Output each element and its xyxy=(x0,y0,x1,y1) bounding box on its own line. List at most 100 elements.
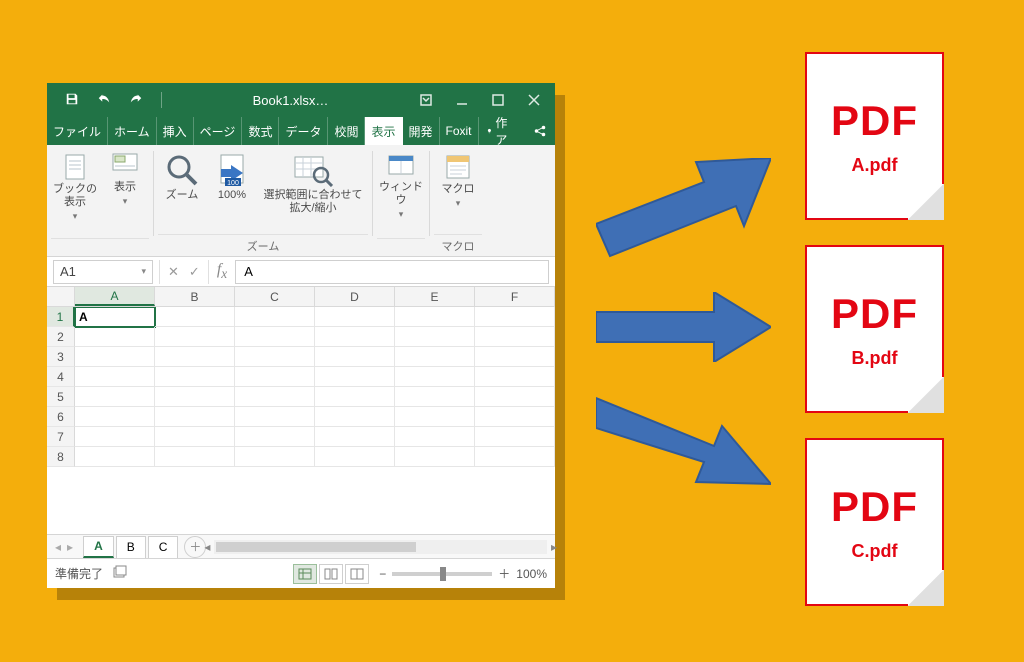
cell[interactable] xyxy=(315,387,395,407)
cell[interactable] xyxy=(235,347,315,367)
cell[interactable] xyxy=(315,327,395,347)
tab-foxit[interactable]: Foxit xyxy=(440,117,479,145)
cell[interactable] xyxy=(75,387,155,407)
zoom-slider[interactable] xyxy=(392,572,492,576)
tab-view[interactable]: 表示 xyxy=(365,117,402,145)
cell[interactable] xyxy=(155,427,235,447)
row-header-4[interactable]: 4 xyxy=(47,367,75,387)
name-box[interactable]: A1 ▾ xyxy=(53,260,153,284)
cell[interactable] xyxy=(235,307,315,327)
show-button[interactable]: 表示 ▾ xyxy=(101,149,149,169)
zoom-100-button[interactable]: 100 100% xyxy=(208,149,256,169)
cell[interactable] xyxy=(475,307,555,327)
row-header-2[interactable]: 2 xyxy=(47,327,75,347)
tab-formula[interactable]: 数式 xyxy=(242,117,279,145)
cell[interactable] xyxy=(395,307,475,327)
cell[interactable] xyxy=(395,407,475,427)
window-button[interactable]: ウィンドウ ▾ xyxy=(377,149,425,169)
col-header-A[interactable]: A xyxy=(75,287,155,306)
cell[interactable] xyxy=(155,327,235,347)
cell[interactable] xyxy=(155,307,235,327)
cell[interactable] xyxy=(155,367,235,387)
cell[interactable] xyxy=(75,327,155,347)
cell[interactable] xyxy=(235,387,315,407)
sheet-tab-A[interactable]: A xyxy=(83,536,114,558)
sheet-nav[interactable]: ◂▸ xyxy=(47,540,81,554)
zoom-button[interactable]: ズーム xyxy=(158,149,206,169)
col-header-C[interactable]: C xyxy=(235,287,315,306)
zoom-selection-button[interactable]: 選択範囲に合わせて 拡大/縮小 xyxy=(258,149,368,169)
cell[interactable] xyxy=(475,387,555,407)
cell[interactable] xyxy=(75,427,155,447)
row-header-8[interactable]: 8 xyxy=(47,447,75,467)
view-normal[interactable] xyxy=(293,564,317,584)
share-button[interactable] xyxy=(523,117,557,145)
row-header-7[interactable]: 7 xyxy=(47,427,75,447)
sheet-tab-B[interactable]: B xyxy=(116,536,146,558)
row-header-1[interactable]: 1 xyxy=(47,307,75,327)
fx-icon[interactable]: fx xyxy=(209,261,235,282)
cell[interactable] xyxy=(395,447,475,467)
row-header-6[interactable]: 6 xyxy=(47,407,75,427)
cell[interactable] xyxy=(475,367,555,387)
zoom-out-button[interactable]: − xyxy=(379,567,386,581)
tell-me[interactable]: 操作アシ xyxy=(479,117,523,145)
cell[interactable] xyxy=(395,327,475,347)
tab-file[interactable]: ファイル xyxy=(47,117,108,145)
cell[interactable] xyxy=(395,347,475,367)
spreadsheet-grid[interactable]: A B C D E F 1A 2 3 4 5 6 7 8 xyxy=(47,287,555,534)
redo-icon[interactable] xyxy=(129,92,143,109)
scroll-right-icon[interactable]: ▸ xyxy=(547,540,561,554)
close-icon[interactable] xyxy=(527,93,541,107)
tab-page[interactable]: ページ xyxy=(194,117,243,145)
tab-review[interactable]: 校閲 xyxy=(328,117,365,145)
cancel-icon[interactable]: ✕ xyxy=(168,264,179,280)
cell[interactable] xyxy=(235,367,315,387)
macro-record-icon[interactable] xyxy=(113,565,129,582)
cell[interactable] xyxy=(315,367,395,387)
cell[interactable] xyxy=(235,427,315,447)
cell-A1[interactable]: A xyxy=(75,307,155,327)
horizontal-scrollbar[interactable]: ◂ ▸ xyxy=(214,540,547,554)
row-header-5[interactable]: 5 xyxy=(47,387,75,407)
tab-data[interactable]: データ xyxy=(279,117,328,145)
view-page-layout[interactable] xyxy=(319,564,343,584)
maximize-icon[interactable] xyxy=(491,93,505,107)
save-icon[interactable] xyxy=(65,92,79,109)
col-header-B[interactable]: B xyxy=(155,287,235,306)
cell[interactable] xyxy=(315,407,395,427)
row-header-3[interactable]: 3 xyxy=(47,347,75,367)
cell[interactable] xyxy=(475,427,555,447)
scroll-left-icon[interactable]: ◂ xyxy=(200,540,214,554)
cell[interactable] xyxy=(235,327,315,347)
cell[interactable] xyxy=(395,367,475,387)
cell[interactable] xyxy=(315,307,395,327)
cell[interactable] xyxy=(155,407,235,427)
minimize-icon[interactable] xyxy=(455,93,469,107)
ribbon-options-icon[interactable] xyxy=(419,93,433,107)
col-header-E[interactable]: E xyxy=(395,287,475,306)
formula-input[interactable]: A xyxy=(235,260,549,284)
cell[interactable] xyxy=(315,427,395,447)
cell[interactable] xyxy=(75,407,155,427)
macro-button[interactable]: マクロ ▾ xyxy=(434,149,482,169)
cell[interactable] xyxy=(475,407,555,427)
sheet-tab-C[interactable]: C xyxy=(148,536,179,558)
view-page-break[interactable] xyxy=(345,564,369,584)
cell[interactable] xyxy=(155,387,235,407)
cell[interactable] xyxy=(395,387,475,407)
col-header-D[interactable]: D xyxy=(315,287,395,306)
tab-home[interactable]: ホーム xyxy=(108,117,157,145)
enter-icon[interactable]: ✓ xyxy=(189,264,200,280)
cell[interactable] xyxy=(475,327,555,347)
cell[interactable] xyxy=(395,427,475,447)
cell[interactable] xyxy=(155,447,235,467)
cell[interactable] xyxy=(475,347,555,367)
col-header-F[interactable]: F xyxy=(475,287,555,306)
cell[interactable] xyxy=(235,447,315,467)
cell[interactable] xyxy=(155,347,235,367)
tab-dev[interactable]: 開発 xyxy=(403,117,440,145)
zoom-knob[interactable] xyxy=(440,567,446,581)
cell[interactable] xyxy=(315,447,395,467)
cell[interactable] xyxy=(315,347,395,367)
